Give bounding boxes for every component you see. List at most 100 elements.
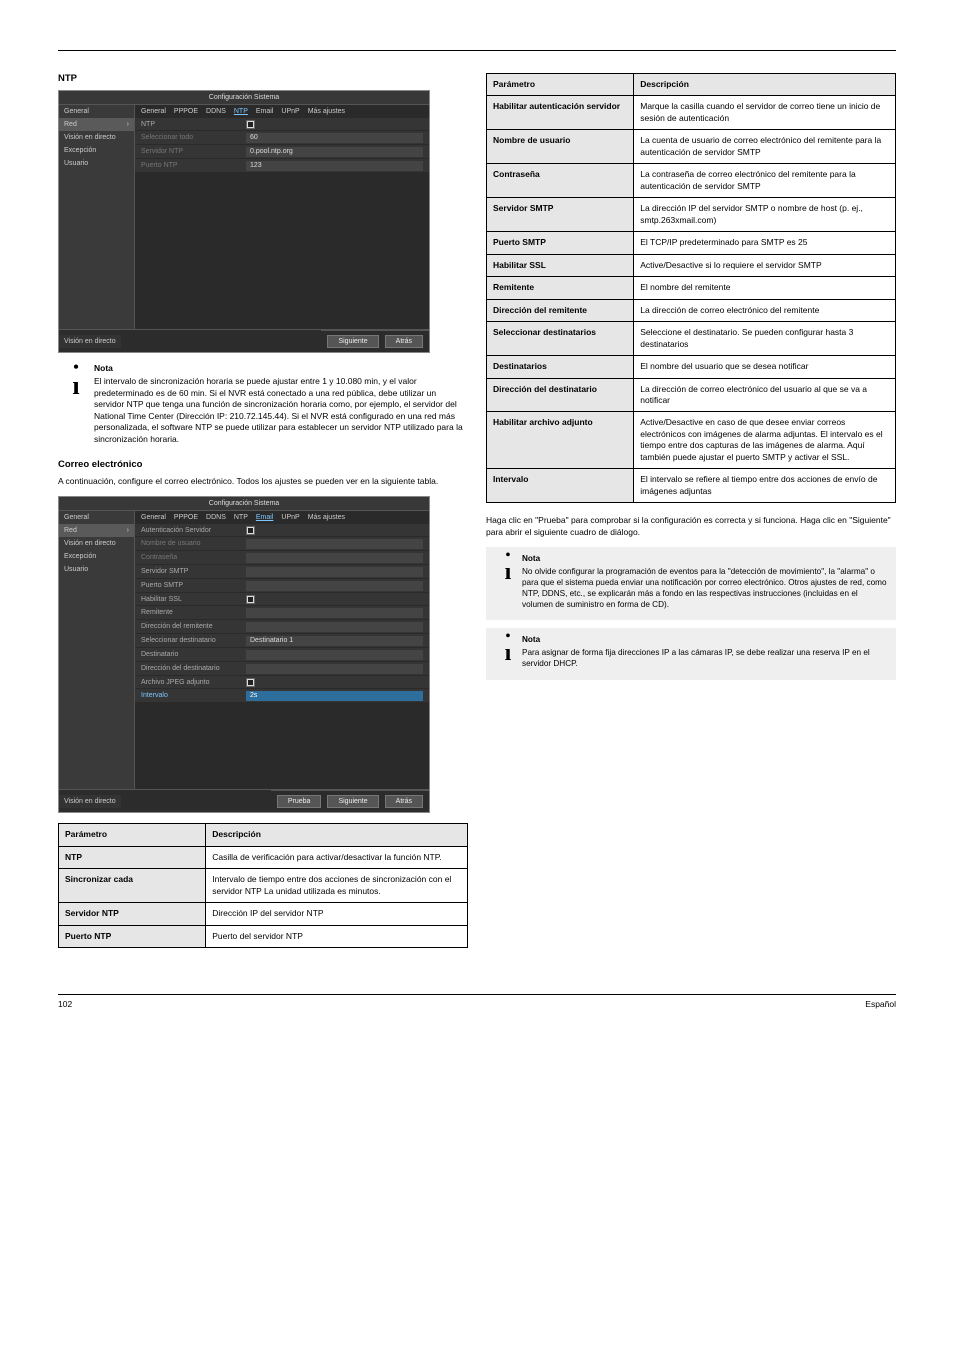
form-label: Destinatario bbox=[141, 651, 246, 658]
table-header: Descripción bbox=[206, 824, 468, 846]
note-head: Nota bbox=[522, 553, 888, 564]
sidebar-item[interactable]: Usuario bbox=[59, 157, 134, 170]
next-button[interactable]: Siguiente bbox=[327, 795, 378, 808]
info-note: •ı Nota No olvide configurar la programa… bbox=[486, 547, 896, 620]
table-cell: Habilitar SSL bbox=[487, 254, 634, 276]
tab[interactable]: General bbox=[141, 514, 166, 521]
table-cell: La dirección de correo electrónico del r… bbox=[634, 299, 896, 321]
tab[interactable]: Más ajustes bbox=[308, 108, 345, 115]
checkbox[interactable] bbox=[246, 526, 255, 535]
table-cell: Dirección del remitente bbox=[487, 299, 634, 321]
form-area: NTP Seleccionar todo 60 Servidor NTP 0.p… bbox=[135, 118, 429, 179]
table-cell: Nombre de usuario bbox=[487, 130, 634, 164]
note-body: Para asignar de forma fija direcciones I… bbox=[522, 647, 888, 669]
checkbox[interactable] bbox=[246, 595, 255, 604]
sidebar-item-label: Red bbox=[64, 121, 77, 128]
tab-bar: General PPPOE DDNS NTP Email UPnP Más aj… bbox=[135, 511, 429, 524]
note-body: El intervalo de sincronización horaria s… bbox=[94, 376, 468, 445]
chevron-right-icon: › bbox=[127, 527, 129, 534]
table-cell: Active/Desactive si lo requiere el servi… bbox=[634, 254, 896, 276]
page-footer: 102 Español bbox=[58, 994, 896, 1009]
table-cell: La cuenta de usuario de correo electróni… bbox=[634, 130, 896, 164]
sidebar-item[interactable]: General bbox=[59, 511, 134, 524]
sidebar-item[interactable]: General bbox=[59, 105, 134, 118]
test-button[interactable]: Prueba bbox=[277, 795, 322, 808]
tab[interactable]: DDNS bbox=[206, 108, 226, 115]
win-title: Configuración Sistema bbox=[59, 497, 429, 511]
tab[interactable]: NTP bbox=[234, 514, 248, 521]
sidebar-item[interactable]: Excepción bbox=[59, 144, 134, 157]
sidebar-item[interactable]: Red › bbox=[59, 118, 134, 131]
checkbox[interactable] bbox=[246, 120, 255, 129]
live-view-link[interactable]: Visión en directo bbox=[59, 795, 121, 808]
test-paragraph: Haga clic en "Prueba" para comprobar si … bbox=[486, 515, 896, 539]
next-button[interactable]: Siguiente bbox=[327, 335, 378, 348]
screenshot-email: Configuración Sistema General Red › Visi… bbox=[58, 496, 430, 813]
info-note: •ı Nota Para asignar de forma fija direc… bbox=[486, 628, 896, 679]
page-number: 102 bbox=[58, 999, 72, 1009]
sidebar-item[interactable]: Red › bbox=[59, 524, 134, 537]
form-area: Autenticación Servidor Nombre de usuario… bbox=[135, 524, 429, 709]
form-row: NTP bbox=[135, 118, 429, 131]
form-value[interactable] bbox=[246, 581, 423, 591]
tab[interactable]: NTP bbox=[234, 108, 248, 115]
form-label: Contraseña bbox=[141, 554, 246, 561]
tab[interactable]: UPnP bbox=[281, 108, 299, 115]
table-cell: La contraseña de correo electrónico del … bbox=[634, 164, 896, 198]
form-value[interactable]: Destinatario 1 bbox=[246, 636, 423, 646]
form-row: Servidor NTP 0.pool.ntp.org bbox=[135, 145, 429, 159]
checkbox[interactable] bbox=[246, 678, 255, 687]
ntp-section-title: NTP bbox=[58, 73, 468, 84]
sidebar-item[interactable]: Usuario bbox=[59, 563, 134, 576]
form-label: Remitente bbox=[141, 609, 246, 616]
form-value[interactable] bbox=[246, 622, 423, 632]
table-header: Parámetro bbox=[487, 74, 634, 96]
sidebar-item[interactable]: Excepción bbox=[59, 550, 134, 563]
form-value[interactable] bbox=[246, 553, 423, 563]
back-button[interactable]: Atrás bbox=[385, 335, 423, 348]
form-label: Servidor SMTP bbox=[141, 568, 246, 575]
tab[interactable]: PPPOE bbox=[174, 514, 198, 521]
table-cell: La dirección IP del servidor SMTP o nomb… bbox=[634, 198, 896, 232]
form-value[interactable] bbox=[246, 567, 423, 577]
table-cell: Sincronizar cada bbox=[59, 869, 206, 903]
back-button[interactable]: Atrás bbox=[385, 795, 423, 808]
form-value[interactable]: 123 bbox=[246, 161, 423, 171]
form-value[interactable]: 2s bbox=[246, 691, 423, 701]
sidebar-item[interactable]: Visión en directo bbox=[59, 537, 134, 550]
table-header: Parámetro bbox=[59, 824, 206, 846]
form-label: NTP bbox=[141, 121, 246, 128]
tab[interactable]: Email bbox=[256, 514, 274, 521]
tab[interactable]: Más ajustes bbox=[308, 514, 345, 521]
table-cell: Intervalo de tiempo entre dos acciones d… bbox=[206, 869, 468, 903]
info-icon: •ı bbox=[494, 553, 522, 610]
form-value[interactable] bbox=[246, 539, 423, 549]
form-value[interactable]: 60 bbox=[246, 133, 423, 143]
table-cell: Puerto del servidor NTP bbox=[206, 925, 468, 947]
form-label: Archivo JPEG adjunto bbox=[141, 679, 246, 686]
table-cell: Seleccionar destinatarios bbox=[487, 322, 634, 356]
tab[interactable]: Email bbox=[256, 108, 274, 115]
tab[interactable]: UPnP bbox=[281, 514, 299, 521]
form-label: Puerto SMTP bbox=[141, 582, 246, 589]
form-value[interactable]: 0.pool.ntp.org bbox=[246, 147, 423, 157]
form-value[interactable] bbox=[246, 608, 423, 618]
email-intro: A continuación, configure el correo elec… bbox=[58, 476, 468, 488]
live-view-link[interactable]: Visión en directo bbox=[59, 335, 121, 348]
table-cell: El intervalo se refiere al tiempo entre … bbox=[634, 469, 896, 503]
table-cell: El nombre del usuario que se desea notif… bbox=[634, 356, 896, 378]
tab[interactable]: PPPOE bbox=[174, 108, 198, 115]
form-value[interactable] bbox=[246, 664, 423, 674]
sidebar-item[interactable]: Visión en directo bbox=[59, 131, 134, 144]
table-cell: Habilitar autenticación servidor bbox=[487, 96, 634, 130]
form-label: Servidor NTP bbox=[141, 148, 246, 155]
tab[interactable]: General bbox=[141, 108, 166, 115]
form-value[interactable] bbox=[246, 650, 423, 660]
ntp-param-table: Parámetro Descripción NTPCasilla de veri… bbox=[58, 823, 468, 948]
tab[interactable]: DDNS bbox=[206, 514, 226, 521]
form-row: Seleccionar todo 60 bbox=[135, 131, 429, 145]
note-body: No olvide configurar la programación de … bbox=[522, 566, 888, 610]
tab-bar: General PPPOE DDNS NTP Email UPnP Más aj… bbox=[135, 105, 429, 118]
info-icon: •ı bbox=[58, 363, 94, 445]
table-cell: Active/Desactive en caso de que desee en… bbox=[634, 412, 896, 469]
